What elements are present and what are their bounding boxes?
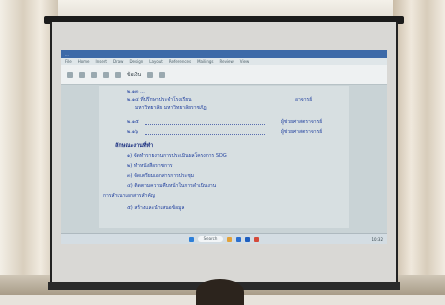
window-titlebar: ... <box>61 50 387 58</box>
doc-line: มหาวิทยาลัย มหาวิทยาลัยราชภัฏ <box>135 105 207 111</box>
ribbon-toolbar: ข้อเงิน <box>61 65 387 85</box>
dotted-rule <box>145 124 265 125</box>
doc-line: ๒.๑๔ ที่ปรึกษาประจำโรงเรียน <box>127 97 192 103</box>
projected-window: ... File Home Insert Draw Design Layout … <box>61 50 387 244</box>
app-icon[interactable] <box>254 236 260 242</box>
doc-line: ๔) ติดตามความคืบหน้าในการดำเนินงาน <box>127 183 217 189</box>
doc-line: การสำเนาเอกสารสำคัญ <box>103 193 156 199</box>
doc-line: ๒) ทำหนังสือราชการ <box>127 163 173 169</box>
doc-line: ๒.๑๖ <box>127 129 139 135</box>
audience-head <box>196 279 244 305</box>
tab-view[interactable]: View <box>240 59 250 64</box>
taskbar-search[interactable]: Search <box>197 236 224 242</box>
doc-line: ๑) จัดทำรายงานการประเมินผลโครงการ SDG <box>127 153 227 159</box>
document-page[interactable]: ๒.๑๓ ... ๒.๑๔ ที่ปรึกษาประจำโรงเรียน มหา… <box>99 86 349 228</box>
window-title: ... <box>65 51 69 57</box>
doc-line: ๒.๑๓ ... <box>127 89 145 95</box>
bold-icon[interactable] <box>79 71 85 78</box>
start-icon[interactable] <box>188 236 194 242</box>
tab-draw[interactable]: Draw <box>113 59 123 64</box>
doc-line-right: ผู้ช่วยศาสตราจารย์ <box>281 129 323 135</box>
section-heading: ลักษณะงานที่ทำ <box>115 143 154 149</box>
tab-design[interactable]: Design <box>129 59 143 64</box>
doc-line: ๕) สร้างและนำเสนอข้อมูล <box>127 205 185 211</box>
doc-line: ๓) จัดเตรียมเอกสารการประชุม <box>127 173 195 179</box>
tab-file[interactable]: File <box>65 59 72 64</box>
doc-line-right: อาจารย์ <box>295 97 313 103</box>
ribbon-tabs: File Home Insert Draw Design Layout Refe… <box>61 58 387 65</box>
projection-screen: ... File Home Insert Draw Design Layout … <box>50 22 398 286</box>
dotted-rule <box>145 134 265 135</box>
doc-line: ๒.๑๕ <box>127 119 139 125</box>
tab-review[interactable]: Review <box>220 59 234 64</box>
tab-insert[interactable]: Insert <box>96 59 107 64</box>
taskbar: Search 10:32 <box>61 233 387 244</box>
style-label[interactable]: ข้อเงิน <box>127 71 141 79</box>
tab-layout[interactable]: Layout <box>149 59 163 64</box>
underline-icon[interactable] <box>103 71 109 78</box>
doc-line-right: ผู้ช่วยศาสตราจารย์ <box>281 119 323 125</box>
curtain-right <box>393 0 445 295</box>
taskbar-clock: 10:32 <box>371 236 383 242</box>
edge-icon[interactable] <box>236 236 242 242</box>
align-icon[interactable] <box>115 71 121 78</box>
tab-references[interactable]: References <box>169 59 191 64</box>
tab-mailings[interactable]: Mailings <box>197 59 213 64</box>
paste-icon[interactable] <box>67 71 73 78</box>
folder-icon[interactable] <box>227 236 233 242</box>
tab-home[interactable]: Home <box>78 59 90 64</box>
find-icon[interactable] <box>147 71 153 78</box>
italic-icon[interactable] <box>91 71 97 78</box>
share-icon[interactable] <box>159 71 165 78</box>
word-icon[interactable] <box>245 236 251 242</box>
